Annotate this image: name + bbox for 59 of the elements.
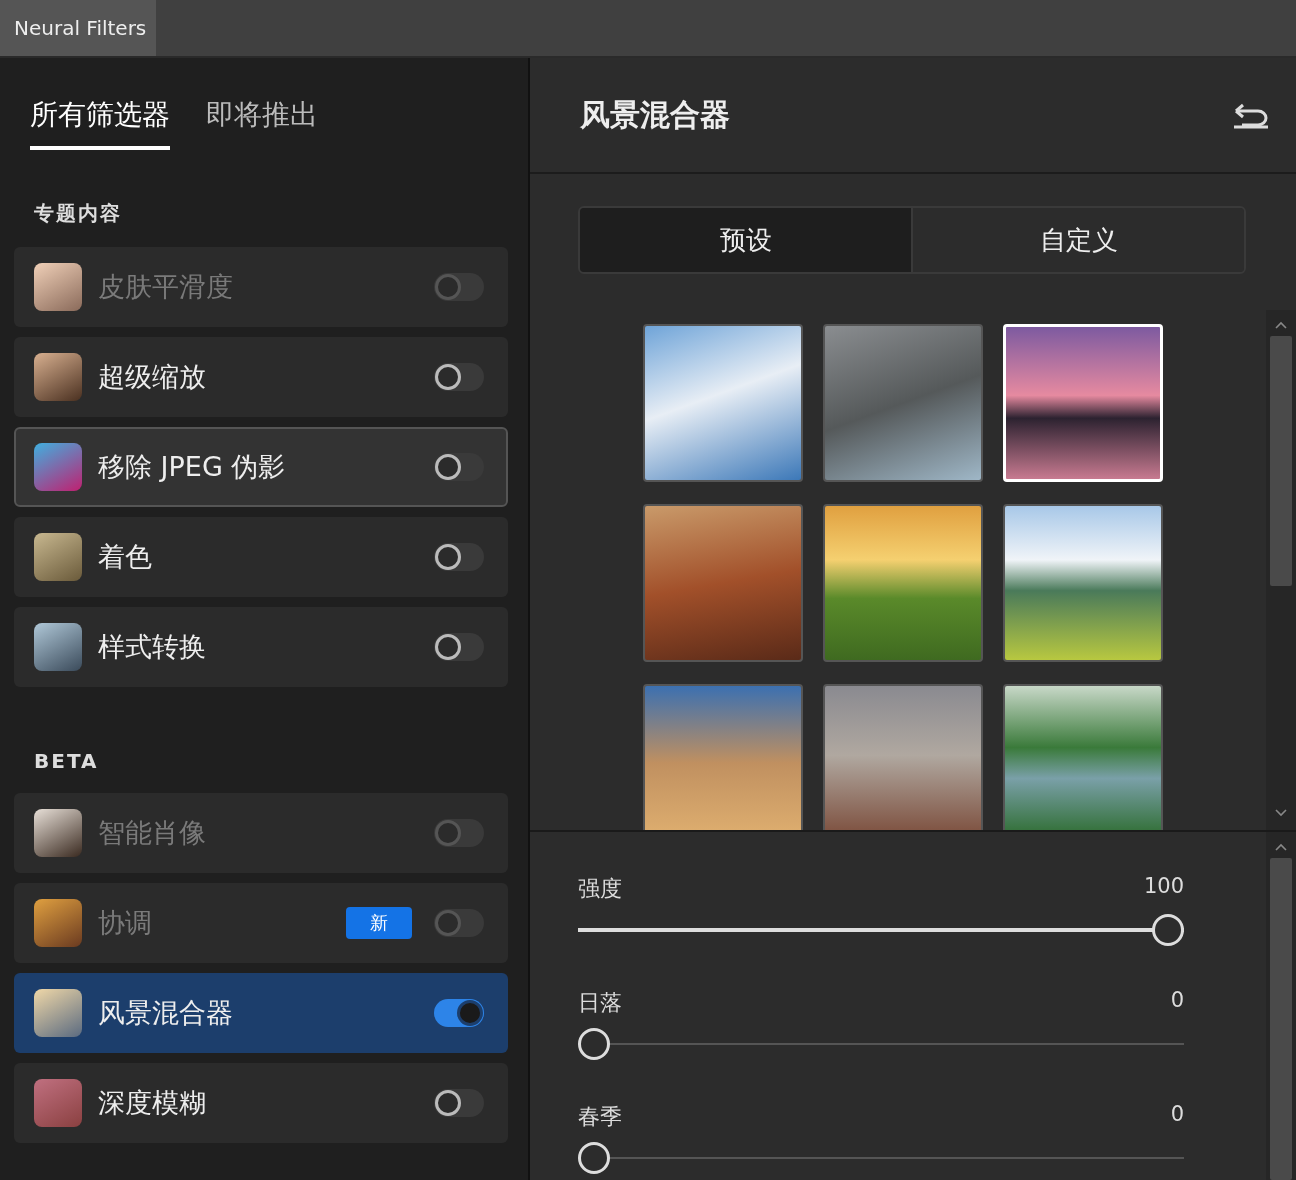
slider-label: 强度 <box>578 875 622 903</box>
toggle-switch[interactable] <box>434 999 484 1027</box>
photo-placeholder <box>34 1079 82 1127</box>
slider-thumb[interactable] <box>1152 914 1184 946</box>
filter-name: 深度模糊 <box>98 1086 207 1120</box>
toggle-switch[interactable] <box>434 1089 484 1117</box>
slider-label: 春季 <box>578 1103 622 1131</box>
reset-icon[interactable] <box>1232 101 1270 129</box>
filter-name: 超级缩放 <box>98 360 207 394</box>
scrollbar[interactable] <box>1266 310 1296 830</box>
filter-item[interactable]: 超级缩放 <box>14 337 508 417</box>
slider-track[interactable] <box>578 914 1184 946</box>
photo-placeholder <box>34 809 82 857</box>
photo-placeholder <box>34 899 82 947</box>
scroll-up-icon[interactable] <box>1274 320 1288 330</box>
slider-track[interactable] <box>578 1028 1184 1060</box>
filter-tab[interactable]: 即将推出 <box>206 94 318 150</box>
slider-label: 日落 <box>578 989 622 1017</box>
toggle-switch[interactable] <box>434 633 484 661</box>
toggle-switch[interactable] <box>434 453 484 481</box>
slider-track[interactable] <box>578 1142 1184 1174</box>
scroll-up-icon[interactable] <box>1274 842 1288 852</box>
filter-name: 着色 <box>98 540 153 574</box>
filter-item[interactable]: 移除 JPEG 伪影 <box>14 427 508 507</box>
slider-value: 100 <box>1143 874 1184 900</box>
slider-thumb[interactable] <box>578 1142 610 1174</box>
section-heading: 专题内容 <box>33 200 123 227</box>
panel-title: 风景混合器 <box>580 95 730 134</box>
filter-name: 样式转换 <box>98 630 207 664</box>
photo-placeholder <box>34 263 82 311</box>
landscape-preset[interactable] <box>643 324 803 482</box>
photo-placeholder <box>34 533 82 581</box>
filter-name: 智能肖像 <box>98 816 207 850</box>
filter-tab[interactable]: 所有筛选器 <box>30 94 170 150</box>
filter-item[interactable]: 样式转换 <box>14 607 508 687</box>
new-badge: 新 <box>346 907 412 939</box>
photo-placeholder <box>34 989 82 1037</box>
window-tab[interactable]: Neural Filters <box>0 0 156 56</box>
toggle-switch[interactable] <box>434 363 484 391</box>
scroll-down-icon[interactable] <box>1274 808 1288 818</box>
toggle-switch[interactable] <box>434 543 484 571</box>
photo-placeholder <box>34 443 82 491</box>
slider-value: 0 <box>1170 988 1184 1014</box>
filter-name: 风景混合器 <box>98 996 234 1030</box>
filter-name: 皮肤平滑度 <box>98 270 234 304</box>
photo-placeholder <box>34 353 82 401</box>
filter-name: 移除 JPEG 伪影 <box>98 450 287 484</box>
section-heading: BETA <box>33 748 100 775</box>
filter-item[interactable]: 着色 <box>14 517 508 597</box>
slider-value: 0 <box>1170 1102 1184 1128</box>
filter-item[interactable]: 深度模糊 <box>14 1063 508 1143</box>
landscape-preset[interactable] <box>1003 504 1163 662</box>
filter-name: 协调 <box>98 906 153 940</box>
mode-tab[interactable]: 预设 <box>580 208 911 272</box>
filter-item[interactable]: 风景混合器 <box>14 973 508 1053</box>
mode-tab[interactable]: 自定义 <box>911 208 1244 272</box>
photo-placeholder <box>34 623 82 671</box>
slider-thumb[interactable] <box>578 1028 610 1060</box>
scrollbar[interactable] <box>1266 832 1296 1180</box>
